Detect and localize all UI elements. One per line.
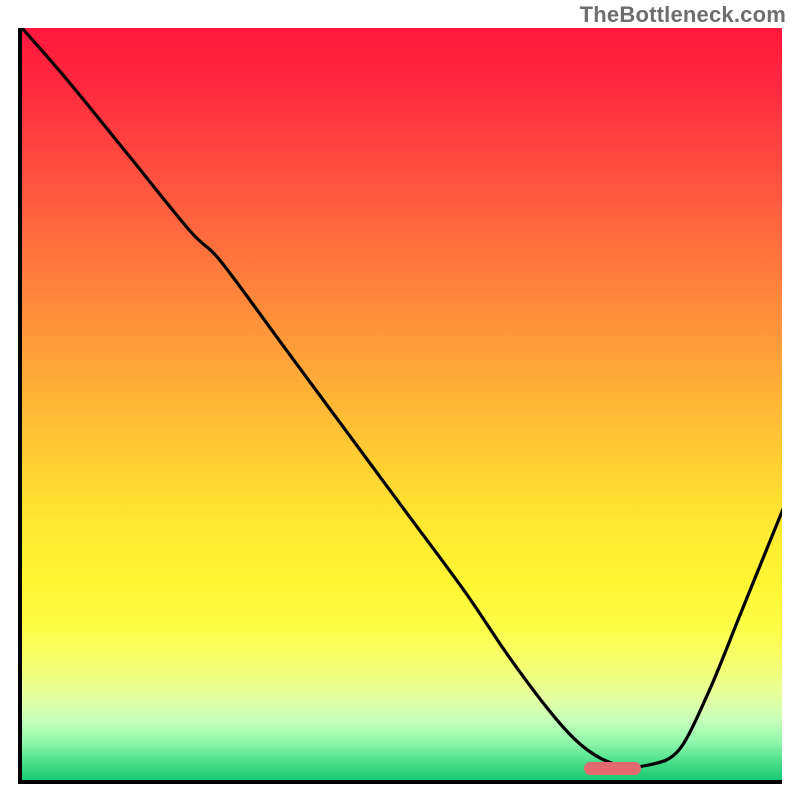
chart-container: TheBottleneck.com [0, 0, 800, 800]
bottleneck-curve [22, 28, 782, 780]
plot-area [18, 28, 782, 784]
optimum-marker [584, 762, 641, 776]
watermark-text: TheBottleneck.com [580, 2, 786, 28]
